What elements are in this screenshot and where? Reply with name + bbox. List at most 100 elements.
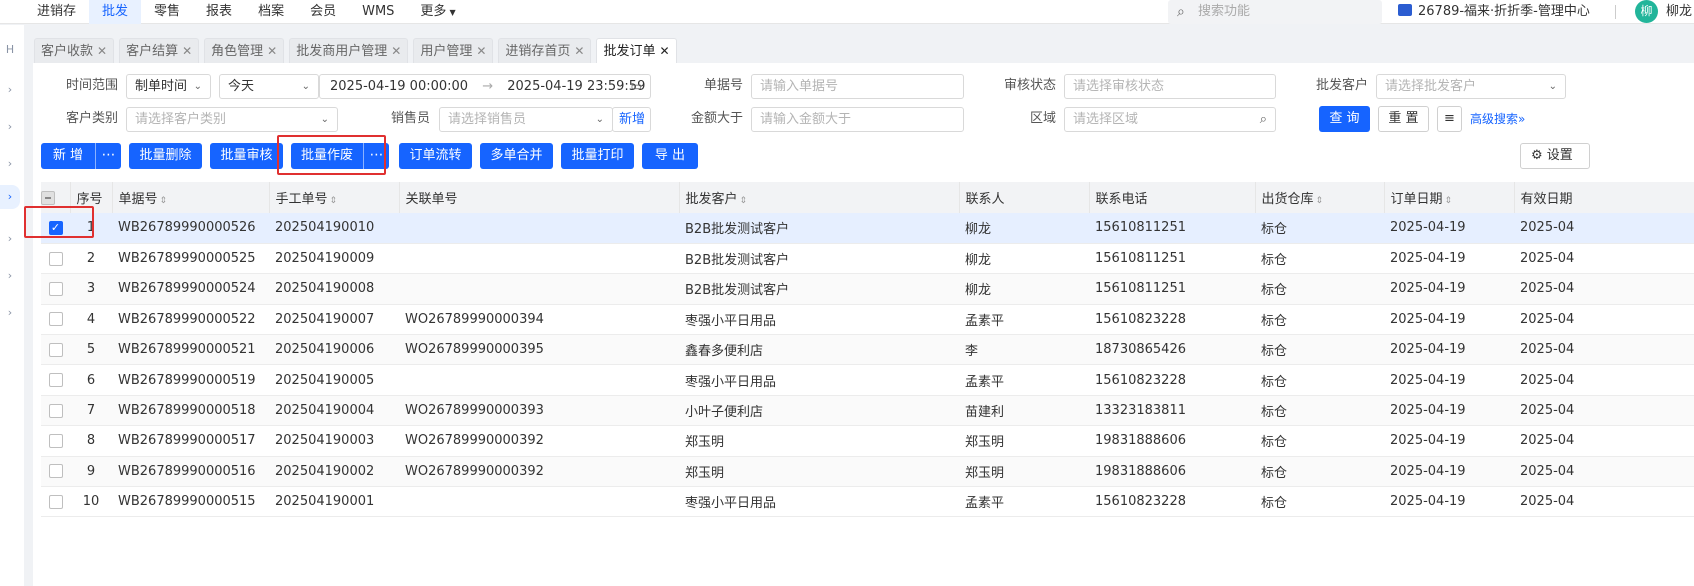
- reset-button[interactable]: 重 置: [1378, 106, 1429, 132]
- close-icon[interactable]: ✕: [182, 44, 192, 58]
- select-all-checkbox[interactable]: [41, 182, 71, 213]
- menu-item-retail[interactable]: 零售: [141, 0, 193, 24]
- store-selector[interactable]: 26789-福来·折折季-管理中心: [1398, 0, 1590, 24]
- row-doc-link[interactable]: WB26789990000526: [112, 213, 269, 244]
- chevron-right-icon[interactable]: ›: [0, 232, 20, 245]
- batch-delete-button[interactable]: 批量删除: [129, 143, 202, 169]
- row-doc-link[interactable]: WB26789990000517: [112, 425, 269, 457]
- more-icon[interactable]: ⋯: [95, 143, 121, 169]
- chevron-right-icon[interactable]: ›: [0, 306, 20, 319]
- row-doc-link[interactable]: WB26789990000522: [112, 304, 269, 336]
- row-doc-link[interactable]: WB26789990000519: [112, 364, 269, 396]
- table-row[interactable]: 10 WB26789990000515 202504190001 枣强小平日用品 孟素平…: [41, 486, 1694, 518]
- time-preset-select[interactable]: 今天 ⌄: [219, 74, 319, 99]
- menu-item-member[interactable]: 会员: [297, 0, 349, 24]
- sidebar-item-icon[interactable]: H: [0, 43, 20, 56]
- sort-icon[interactable]: ⇕: [740, 196, 748, 206]
- close-icon[interactable]: ✕: [659, 44, 669, 58]
- user-name[interactable]: 柳龙: [1666, 0, 1692, 24]
- row-doc-link[interactable]: WB26789990000515: [112, 486, 269, 518]
- table-row[interactable]: 9 WB26789990000516 202504190002 WO267899900…: [41, 456, 1694, 488]
- column-settings-icon[interactable]: ≡: [1437, 106, 1462, 132]
- export-button[interactable]: 导 出: [642, 143, 698, 169]
- tab-customer-settlement[interactable]: 客户结算 ✕: [119, 38, 200, 63]
- col-header-warehouse[interactable]: 出货仓库 ⇕: [1255, 182, 1385, 213]
- settings-button[interactable]: ⚙ 设置: [1520, 143, 1590, 169]
- close-icon[interactable]: ✕: [476, 44, 486, 58]
- table-row[interactable]: ✓ 1 WB26789990000526 202504190010 B2B批发测试客户柳…: [41, 213, 1694, 244]
- row-doc-link[interactable]: WB26789990000524: [112, 273, 269, 305]
- table-row[interactable]: 8 WB26789990000517 202504190003 WO267899900…: [41, 425, 1694, 457]
- row-checkbox[interactable]: [41, 456, 70, 488]
- table-row[interactable]: 6 WB26789990000519 202504190005 枣强小平日用品 孟素平 1…: [41, 364, 1694, 396]
- row-doc-link[interactable]: WB26789990000521: [112, 334, 269, 366]
- chevron-right-icon[interactable]: ›: [0, 269, 20, 282]
- menu-item-archive[interactable]: 档案: [245, 0, 297, 24]
- table-row[interactable]: 2 WB26789990000525 202504190009 B2B批发测试客户 柳龙…: [41, 243, 1694, 275]
- tab-customer-receipt[interactable]: 客户收款 ✕: [34, 38, 115, 63]
- tab-user-management[interactable]: 用户管理 ✕: [413, 38, 494, 63]
- row-doc-link[interactable]: WB26789990000525: [112, 243, 269, 275]
- table-row[interactable]: 3 WB26789990000524 202504190008 B2B批发测试客户 柳龙…: [41, 273, 1694, 305]
- date-range-picker[interactable]: 2025-04-19 00:00:00 → 2025-04-19 23:59:5…: [319, 74, 651, 99]
- table-row[interactable]: 5 WB26789990000521 202504190006 WO267899900…: [41, 334, 1694, 366]
- row-checkbox[interactable]: [41, 364, 70, 396]
- tab-role-management[interactable]: 角色管理 ✕: [204, 38, 285, 63]
- close-icon[interactable]: ✕: [391, 44, 401, 58]
- row-checkbox[interactable]: [41, 273, 70, 305]
- row-checkbox[interactable]: [41, 486, 70, 518]
- row-checkbox[interactable]: ✓: [41, 213, 70, 244]
- add-salesman-link[interactable]: 新增: [612, 107, 651, 132]
- doc-no-input[interactable]: 请输入单据号: [751, 74, 964, 99]
- region-select[interactable]: 请选择区域 ⌕: [1064, 107, 1276, 132]
- menu-item-reports[interactable]: 报表: [193, 0, 245, 24]
- more-icon[interactable]: ⋯: [363, 143, 389, 169]
- batch-void-button[interactable]: 批量作废: [291, 143, 363, 169]
- row-checkbox[interactable]: [41, 243, 70, 275]
- sort-icon[interactable]: ⇕: [1445, 196, 1453, 206]
- merge-orders-button[interactable]: 多单合并: [480, 143, 553, 169]
- chevron-right-icon[interactable]: ›: [0, 157, 20, 170]
- sort-icon[interactable]: ⇕: [1316, 196, 1324, 206]
- tab-wholesaler-users[interactable]: 批发商用户管理 ✕: [289, 38, 409, 63]
- avatar[interactable]: 柳: [1635, 0, 1658, 23]
- table-row[interactable]: 4 WB26789990000522 202504190007 WO267899900…: [41, 304, 1694, 336]
- add-button[interactable]: 新 增: [41, 143, 95, 169]
- sort-icon[interactable]: ⇕: [160, 196, 168, 206]
- audit-status-select[interactable]: 请选择审核状态: [1064, 74, 1276, 99]
- menu-item-jxc[interactable]: 进销存: [24, 0, 89, 24]
- query-button[interactable]: 查 询: [1319, 106, 1370, 132]
- tab-wholesale-orders[interactable]: 批发订单 ✕: [596, 38, 677, 63]
- col-header-date[interactable]: 订单日期 ⇕: [1384, 182, 1515, 213]
- close-icon[interactable]: ✕: [97, 44, 107, 58]
- batch-audit-button[interactable]: 批量审核: [210, 143, 283, 169]
- order-flow-button[interactable]: 订单流转: [399, 143, 472, 169]
- menu-item-wms[interactable]: WMS: [349, 0, 407, 24]
- row-checkbox[interactable]: [41, 425, 70, 457]
- row-checkbox[interactable]: [41, 334, 70, 366]
- advanced-search-link[interactable]: 高级搜索»: [1470, 106, 1525, 132]
- col-header-manual[interactable]: 手工单号 ⇕: [269, 182, 400, 213]
- table-row[interactable]: 7 WB26789990000518 202504190004 WO267899900…: [41, 395, 1694, 427]
- cust-type-select[interactable]: 请选择客户类别 ⌄: [126, 107, 338, 132]
- row-checkbox[interactable]: [41, 304, 70, 336]
- function-search-input[interactable]: ⌕ 搜索功能: [1168, 0, 1382, 24]
- chevron-right-icon[interactable]: ›: [0, 83, 20, 96]
- chevron-right-icon[interactable]: ›: [0, 185, 20, 209]
- col-header-customer[interactable]: 批发客户 ⇕: [679, 182, 960, 213]
- chevron-right-icon[interactable]: ›: [0, 120, 20, 133]
- customer-select[interactable]: 请选择批发客户 ⌄: [1376, 74, 1566, 99]
- row-checkbox[interactable]: [41, 395, 70, 427]
- close-icon[interactable]: ✕: [267, 44, 277, 58]
- salesman-select[interactable]: 请选择销售员 ⌄: [439, 107, 613, 132]
- time-type-select[interactable]: 制单时间 ⌄: [126, 74, 211, 99]
- batch-print-button[interactable]: 批量打印: [561, 143, 634, 169]
- amount-input[interactable]: 请输入金额大于: [751, 107, 964, 132]
- menu-item-wholesale[interactable]: 批发: [89, 0, 142, 24]
- row-doc-link[interactable]: WB26789990000518: [112, 395, 269, 427]
- close-icon[interactable]: ✕: [574, 44, 584, 58]
- tab-jxc-home[interactable]: 进销存首页 ✕: [498, 38, 592, 63]
- sort-icon[interactable]: ⇕: [330, 196, 338, 206]
- row-doc-link[interactable]: WB26789990000516: [112, 456, 269, 488]
- menu-item-more[interactable]: 更多 ▼: [407, 0, 468, 24]
